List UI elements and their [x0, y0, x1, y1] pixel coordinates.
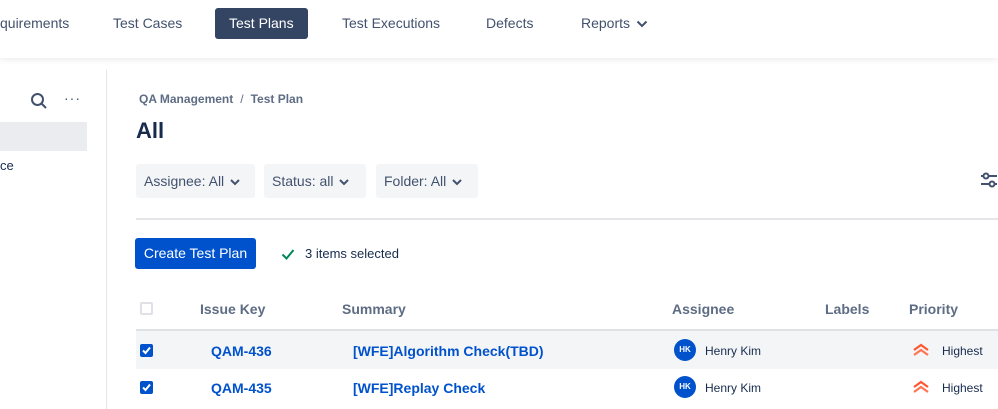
breadcrumb: QA Management / Test Plan [139, 92, 303, 106]
chevron-down-icon [230, 179, 240, 186]
check-icon [142, 383, 151, 392]
breadcrumb-separator: / [240, 92, 244, 106]
more-options-icon[interactable]: ··· [64, 90, 81, 106]
column-header-issue-key[interactable]: Issue Key [200, 301, 265, 317]
breadcrumb-project[interactable]: QA Management [139, 92, 233, 106]
nav-requirements[interactable]: quirements [0, 8, 83, 39]
avatar: HK [674, 376, 696, 398]
avatar: HK [674, 339, 696, 361]
sidebar-item-label[interactable]: ce [0, 158, 14, 173]
column-header-labels[interactable]: Labels [825, 301, 869, 317]
nav-test-executions[interactable]: Test Executions [328, 8, 454, 39]
chevron-down-icon [452, 179, 462, 186]
nav-defects[interactable]: Defects [472, 8, 547, 39]
priority-highest-icon [913, 343, 929, 356]
check-icon [142, 346, 151, 355]
table-row[interactable]: QAM-436 [WFE]Algorithm Check(TBD) HK Hen… [136, 331, 998, 369]
folder-filter-label: Folder: All [384, 173, 447, 189]
checkmark-icon [281, 249, 295, 260]
select-all-checkbox[interactable] [140, 302, 153, 315]
priority-label: Highest [942, 344, 983, 358]
summary-link[interactable]: [WFE]Replay Check [353, 380, 485, 396]
chevron-down-icon [636, 21, 648, 28]
issue-key-link[interactable]: QAM-436 [211, 343, 272, 359]
nav-reports-label: Reports [581, 15, 631, 31]
search-icon[interactable] [30, 92, 48, 110]
nav-test-plans[interactable]: Test Plans [215, 8, 308, 39]
assignee-name: Henry Kim [705, 344, 762, 358]
assignee-filter-label: Assignee: All [144, 173, 225, 189]
create-test-plan-button[interactable]: Create Test Plan [135, 238, 256, 269]
column-header-summary[interactable]: Summary [342, 301, 406, 317]
issue-key-link[interactable]: QAM-435 [211, 380, 272, 396]
column-header-assignee[interactable]: Assignee [672, 301, 734, 317]
breadcrumb-page[interactable]: Test Plan [251, 92, 303, 106]
sidebar-selected-item[interactable] [0, 122, 87, 151]
priority-highest-icon [913, 380, 929, 393]
assignee-name: Henry Kim [705, 381, 762, 395]
top-navigation: quirements Test Cases Test Plans Test Ex… [0, 0, 998, 58]
nav-test-cases[interactable]: Test Cases [99, 8, 196, 39]
summary-link[interactable]: [WFE]Algorithm Check(TBD) [353, 343, 544, 359]
table-row[interactable]: QAM-435 [WFE]Replay Check HK Henry Kim H… [136, 369, 998, 407]
status-filter[interactable]: Status: all [264, 164, 366, 198]
row-checkbox[interactable] [140, 381, 153, 394]
status-filter-label: Status: all [272, 173, 334, 189]
folder-filter[interactable]: Folder: All [376, 164, 478, 198]
selected-count: 3 items selected [305, 246, 399, 261]
row-checkbox[interactable] [140, 344, 153, 357]
sidebar: ··· ce [0, 70, 107, 409]
priority-label: Highest [942, 381, 983, 395]
chevron-down-icon [339, 179, 350, 186]
column-header-priority[interactable]: Priority [909, 301, 958, 317]
page-title: All [136, 118, 165, 143]
divider [136, 218, 998, 220]
filter-settings-icon[interactable] [980, 171, 998, 189]
assignee-filter[interactable]: Assignee: All [136, 164, 255, 198]
nav-reports[interactable]: Reports [567, 8, 662, 39]
